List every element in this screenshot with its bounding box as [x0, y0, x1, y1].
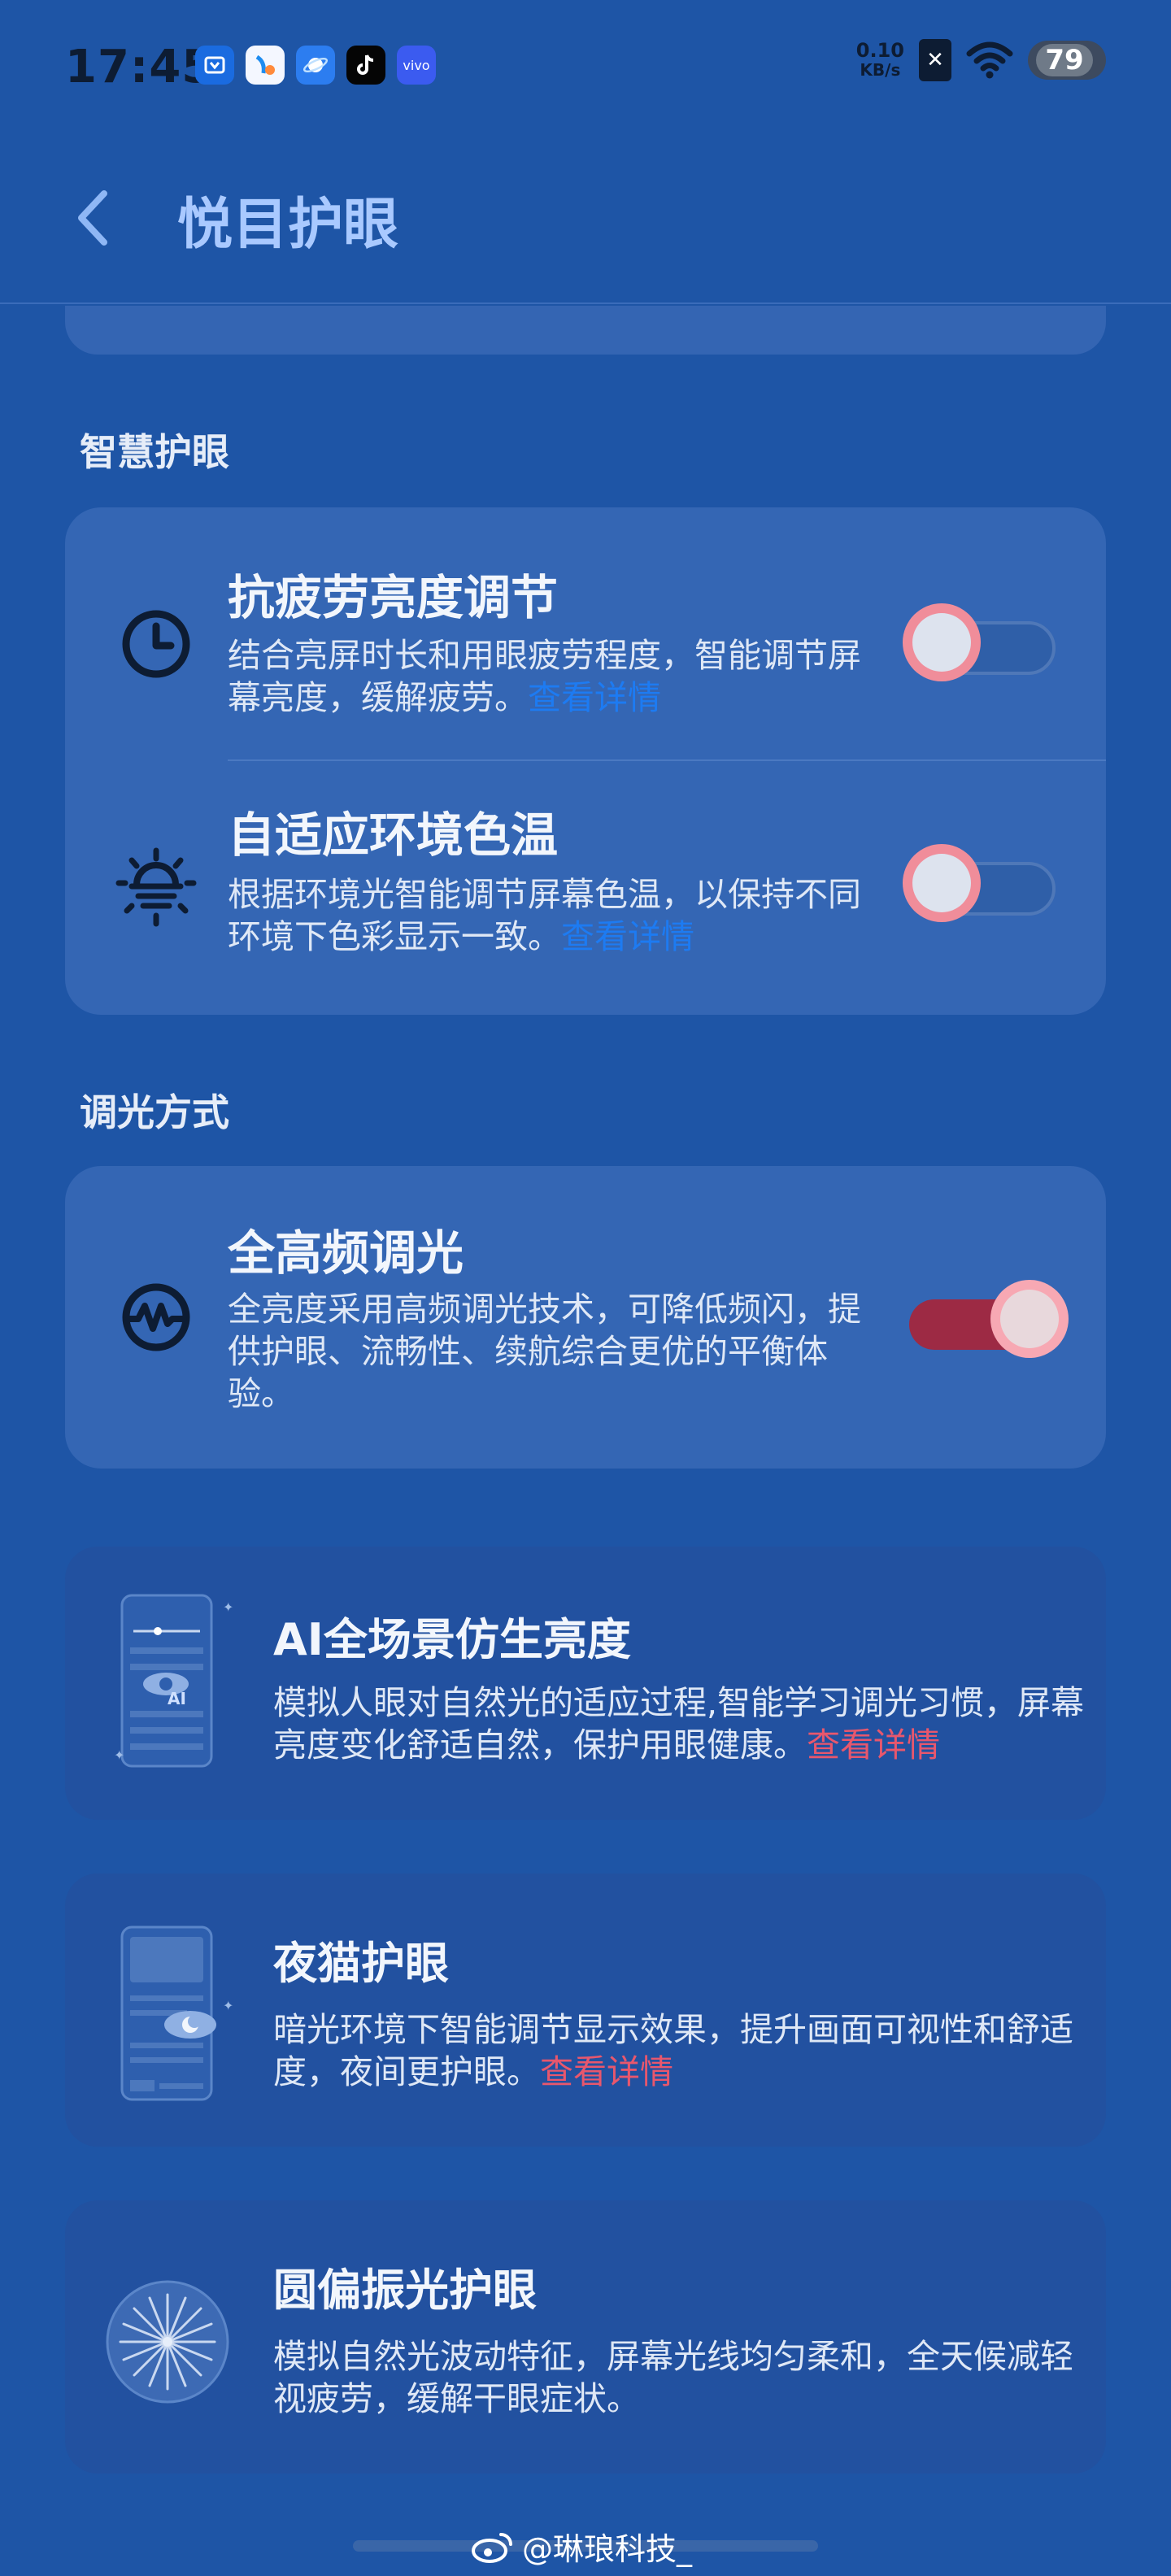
- phone-night-eye-illustration: ✦: [120, 1925, 233, 2101]
- browser-app-icon: [246, 46, 285, 85]
- notification-app-icons: vivo: [195, 46, 436, 85]
- status-bar: 17:45 vivo 0.10 KB/s ✕ 79: [0, 0, 1171, 130]
- polarized-light-illustration: [106, 2280, 229, 2404]
- shopping-app-icon: [195, 46, 234, 85]
- feature-description: 模拟自然光波动特征，屏幕光线均匀柔和，全天候减轻视疲劳，缓解干眼症状。: [273, 2337, 1073, 2418]
- wave-circle-icon: [122, 1283, 190, 1351]
- settings-row-high-frequency-dimming[interactable]: 全高频调光 全亮度采用高频调光技术，可降低频闪，提供护眼、流畅性、续航综合更优的…: [65, 1166, 1106, 1469]
- feature-title: AI全场景仿生亮度: [273, 1614, 631, 1665]
- clock-icon: [122, 610, 190, 678]
- sun-temperature-icon: [115, 847, 197, 927]
- row-title: 全高频调光: [228, 1225, 464, 1281]
- details-link[interactable]: 查看详情: [561, 917, 694, 956]
- planet-app-icon: [296, 46, 335, 85]
- section-title-dimming: 调光方式: [80, 1090, 229, 1134]
- eye-care-settings-page: 17:45 vivo 0.10 KB/s ✕ 79 悦目护眼 智慧护眼 抗疲劳亮…: [0, 0, 1171, 2576]
- svg-text:✦: ✦: [223, 1599, 233, 1615]
- wifi-icon: [966, 41, 1013, 79]
- feature-description: 模拟人眼对自然光的适应过程,智能学习调光习惯，屏幕亮度变化舒适自然，保护用眼健康…: [273, 1683, 1085, 1764]
- feature-card-night-eye-care[interactable]: ✦ 夜猫护眼 暗光环境下智能调节显示效果，提升画面可视性和舒适度，夜间更护眼。查…: [65, 1873, 1106, 2147]
- title-bar: 悦目护眼: [0, 130, 1171, 304]
- no-sim-icon: ✕: [919, 39, 951, 81]
- high-frequency-dimming-toggle[interactable]: [906, 1277, 1069, 1358]
- status-indicators: 0.10 KB/s ✕ 79: [856, 39, 1106, 81]
- settings-row-adaptive-color-temp[interactable]: 自适应环境色温 根据环境光智能调节屏幕色温，以保持不同环境下色彩显示一致。查看详…: [65, 761, 1106, 1015]
- row-title: 自适应环境色温: [228, 807, 559, 863]
- dimming-card: 全高频调光 全亮度采用高频调光技术，可降低频闪，提供护眼、流畅性、续航综合更优的…: [65, 1166, 1106, 1469]
- vivo-app-icon: vivo: [397, 46, 436, 85]
- weibo-icon: [472, 2532, 512, 2563]
- tiktok-app-icon: [346, 46, 385, 85]
- watermark: @琳琅科技_: [472, 2524, 692, 2569]
- battery-indicator: 79: [1028, 41, 1106, 80]
- svg-text:✦: ✦: [114, 1747, 124, 1763]
- row-description: 结合亮屏时长和用眼疲劳程度，智能调节屏幕亮度，缓解疲劳。查看详情: [228, 636, 861, 717]
- smart-eye-care-card: 抗疲劳亮度调节 结合亮屏时长和用眼疲劳程度，智能调节屏幕亮度，缓解疲劳。查看详情: [65, 507, 1106, 1015]
- feature-card-ai-brightness[interactable]: AI ✦ ✦ AI全场景仿生亮度 模拟人眼对自然光的适应过程,智能学习调光习惯，…: [65, 1547, 1106, 1820]
- page-title: 悦目护眼: [177, 193, 399, 257]
- row-title: 抗疲劳亮度调节: [228, 570, 559, 625]
- svg-text:✦: ✦: [223, 1998, 233, 2013]
- anti-fatigue-toggle[interactable]: [903, 600, 1065, 681]
- details-link[interactable]: 查看详情: [528, 678, 661, 717]
- row-description: 根据环境光智能调节屏幕色温，以保持不同环境下色彩显示一致。查看详情: [228, 875, 861, 956]
- status-time: 17:45: [65, 41, 215, 94]
- previous-card-bottom: [65, 306, 1106, 355]
- adaptive-color-temp-toggle[interactable]: [903, 841, 1065, 922]
- feature-title: 夜猫护眼: [273, 1938, 449, 1989]
- back-arrow-icon[interactable]: [72, 185, 120, 250]
- settings-row-anti-fatigue[interactable]: 抗疲劳亮度调节 结合亮屏时长和用眼疲劳程度，智能调节屏幕亮度，缓解疲劳。查看详情: [65, 507, 1106, 761]
- feature-description: 暗光环境下智能调节显示效果，提升画面可视性和舒适度，夜间更护眼。查看详情: [273, 2010, 1073, 2091]
- phone-ai-eye-illustration: AI ✦ ✦: [114, 1594, 233, 1768]
- feature-title: 圆偏振光护眼: [273, 2265, 537, 2316]
- network-speed: 0.10 KB/s: [855, 39, 904, 80]
- battery-level: 79: [1036, 44, 1093, 76]
- details-link[interactable]: 查看详情: [540, 2052, 673, 2091]
- details-link[interactable]: 查看详情: [807, 1725, 940, 1764]
- feature-card-circular-polarized[interactable]: 圆偏振光护眼 模拟自然光波动特征，屏幕光线均匀柔和，全天候减轻视疲劳，缓解干眼症…: [65, 2200, 1106, 2474]
- section-title-smart: 智慧护眼: [80, 430, 229, 474]
- svg-text:AI: AI: [168, 1689, 186, 1708]
- row-description: 全亮度采用高频调光技术，可降低频闪，提供护眼、流畅性、续航综合更优的平衡体验。: [228, 1290, 861, 1413]
